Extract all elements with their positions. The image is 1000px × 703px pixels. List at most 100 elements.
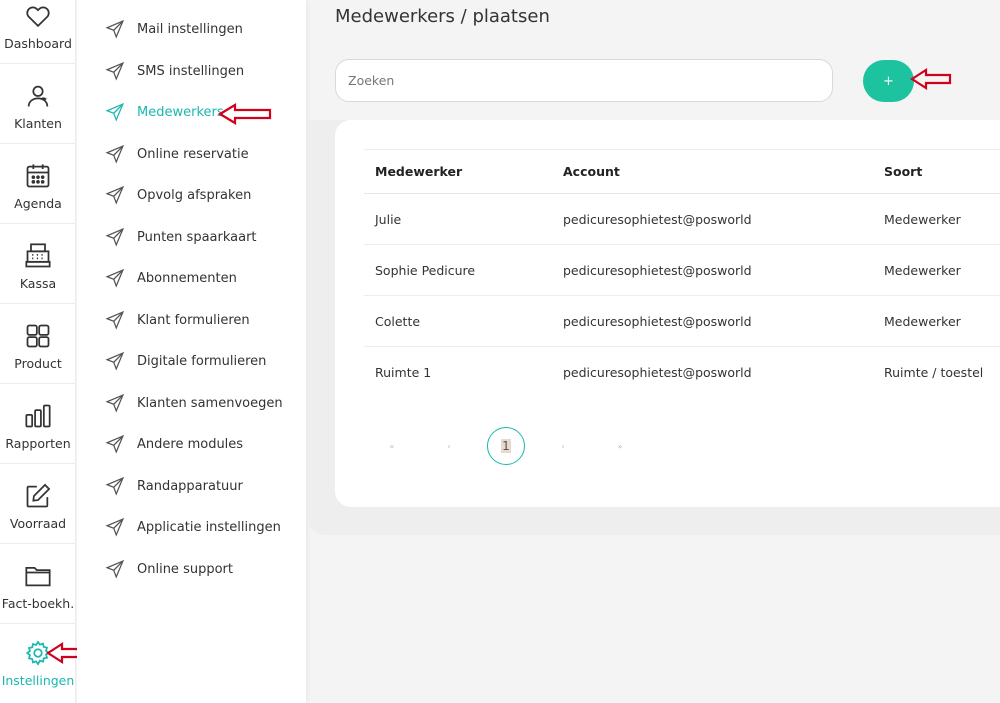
rail-label: Rapporten <box>5 436 71 451</box>
pagination-next[interactable]: › <box>544 427 582 465</box>
submenu-item-punten-spaarkaart[interactable]: Punten spaarkaart <box>105 225 257 249</box>
edit-icon <box>26 483 51 508</box>
send-icon <box>105 351 125 371</box>
submenu-label: Medewerkers <box>137 104 224 120</box>
submenu-item-medewerkers[interactable]: Medewerkers <box>105 100 224 124</box>
calendar-icon <box>26 164 50 188</box>
add-staff-button[interactable]: + <box>863 60 914 102</box>
submenu-label: Opvolg afspraken <box>137 187 252 203</box>
pagination-first[interactable]: « <box>373 427 411 465</box>
submenu-item-andere-modules[interactable]: Andere modules <box>105 432 243 456</box>
page-title: Medewerkers / plaatsen <box>335 6 550 27</box>
icon-rail: Dashboard Klanten Agenda Kassa Product R… <box>0 0 76 703</box>
submenu-item-mail-instellingen[interactable]: Mail instellingen <box>105 17 243 41</box>
submenu-item-klanten-samenvoegen[interactable]: Klanten samenvoegen <box>105 391 283 415</box>
rail-label: Kassa <box>19 276 57 291</box>
submenu-label: Online reservatie <box>137 146 249 162</box>
rail-item-agenda[interactable]: Agenda <box>0 144 76 224</box>
pagination-last[interactable]: » <box>601 427 639 465</box>
grid-icon <box>26 324 50 348</box>
column-header-account[interactable]: Account <box>552 149 873 194</box>
submenu-label: Punten spaarkaart <box>137 229 257 245</box>
rail-label: Voorraad <box>9 516 67 531</box>
send-icon <box>105 144 125 164</box>
user-icon <box>27 85 49 107</box>
submenu-label: Klanten samenvoegen <box>137 395 283 411</box>
bar-chart-icon <box>25 404 51 428</box>
cell-account: pedicuresophietest@posworld <box>552 193 873 245</box>
submenu-item-sms-instellingen[interactable]: SMS instellingen <box>105 59 244 83</box>
send-icon <box>105 434 125 454</box>
cell-soort: Medewerker <box>873 244 1000 296</box>
cell-soort: Ruimte / toestel <box>884 364 984 380</box>
submenu-label: Randapparatuur <box>137 478 243 494</box>
annotation-arrow-icon <box>910 68 952 90</box>
cash-register-icon <box>25 243 51 268</box>
submenu-item-digitale-formulieren[interactable]: Digitale formulieren <box>105 349 266 373</box>
cell-account: pedicuresophietest@posworld <box>552 295 873 347</box>
submenu-item-online-support[interactable]: Online support <box>105 557 233 581</box>
submenu-label: Mail instellingen <box>137 21 243 37</box>
pagination-current-label: 1 <box>501 439 511 453</box>
submenu-label: SMS instellingen <box>137 63 245 79</box>
rail-item-rapporten[interactable]: Rapporten <box>0 384 76 464</box>
pagination-page-1[interactable]: 1 <box>487 427 525 465</box>
rail-label: Agenda <box>14 196 62 211</box>
rail-item-dashboard[interactable]: Dashboard <box>0 0 76 64</box>
submenu-item-abonnementen[interactable]: Abonnementen <box>105 266 237 290</box>
submenu-label: Applicatie instellingen <box>137 519 281 535</box>
send-icon <box>105 310 125 330</box>
table-row[interactable]: Sophie Pedicure pedicuresophietest@poswo… <box>364 244 1000 296</box>
staff-table: Medewerker Account Soort Julie pedicures… <box>364 149 1000 398</box>
submenu-label: Andere modules <box>137 436 244 452</box>
cell-soort: Medewerker <box>873 193 1000 245</box>
send-icon <box>105 517 125 537</box>
pagination: « ‹ 1 › » <box>375 427 675 465</box>
cell-account: pedicuresophietest@posworld <box>552 244 873 296</box>
cell-medewerker: Sophie Pedicure <box>364 244 552 296</box>
table-header-row: Medewerker Account Soort <box>364 149 1000 194</box>
send-icon <box>105 102 125 122</box>
rail-item-klanten[interactable]: Klanten <box>0 64 76 144</box>
table-row[interactable]: Ruimte 1 pedicuresophietest@posworld Rui… <box>364 347 1000 398</box>
search-input[interactable] <box>335 59 833 102</box>
rail-item-kassa[interactable]: Kassa <box>0 224 76 304</box>
send-icon <box>105 185 125 205</box>
rail-item-product[interactable]: Product <box>0 304 76 384</box>
rail-item-voorraad[interactable]: Voorraad <box>0 464 76 544</box>
rail-label: Product <box>14 356 62 371</box>
submenu-label: Abonnementen <box>137 270 237 286</box>
send-icon <box>105 393 125 413</box>
rail-label: Instellingen <box>1 673 75 688</box>
submenu-label: Klant formulieren <box>137 312 250 328</box>
annotation-arrow-icon <box>218 103 272 125</box>
cell-account: pedicuresophietest@posworld <box>563 364 752 380</box>
send-icon <box>105 227 125 247</box>
send-icon <box>105 559 125 579</box>
rail-label: Dashboard <box>4 36 72 51</box>
table-row[interactable]: Julie pedicuresophietest@posworld Medewe… <box>364 193 1000 245</box>
cell-soort: Medewerker <box>873 295 1000 347</box>
column-header-medewerker[interactable]: Medewerker <box>364 149 552 194</box>
send-icon <box>105 19 125 39</box>
send-icon <box>105 61 125 81</box>
cell-medewerker: Colette <box>364 295 552 347</box>
cell-medewerker: Ruimte 1 <box>375 364 432 380</box>
folder-icon <box>25 566 51 587</box>
submenu-label: Digitale formulieren <box>137 353 267 369</box>
rail-label: Klanten <box>14 116 62 131</box>
submenu-item-applicatie-instellingen[interactable]: Applicatie instellingen <box>105 515 281 539</box>
submenu-item-opvolg-afspraken[interactable]: Opvolg afspraken <box>105 183 251 207</box>
submenu-item-randapparatuur[interactable]: Randapparatuur <box>105 474 243 498</box>
heart-icon <box>26 6 50 28</box>
table-row[interactable]: Colette pedicuresophietest@posworld Mede… <box>364 295 1000 347</box>
rail-item-fact-boekh[interactable]: Fact-boekh. <box>0 544 76 624</box>
column-header-soort[interactable]: Soort <box>873 149 1000 194</box>
submenu-label: Online support <box>137 561 233 577</box>
send-icon <box>105 268 125 288</box>
cell-medewerker: Julie <box>364 193 552 245</box>
rail-label: Fact-boekh. <box>1 596 75 611</box>
pagination-prev[interactable]: ‹ <box>430 427 468 465</box>
submenu-item-online-reservatie[interactable]: Online reservatie <box>105 142 249 166</box>
submenu-item-klant-formulieren[interactable]: Klant formulieren <box>105 308 250 332</box>
